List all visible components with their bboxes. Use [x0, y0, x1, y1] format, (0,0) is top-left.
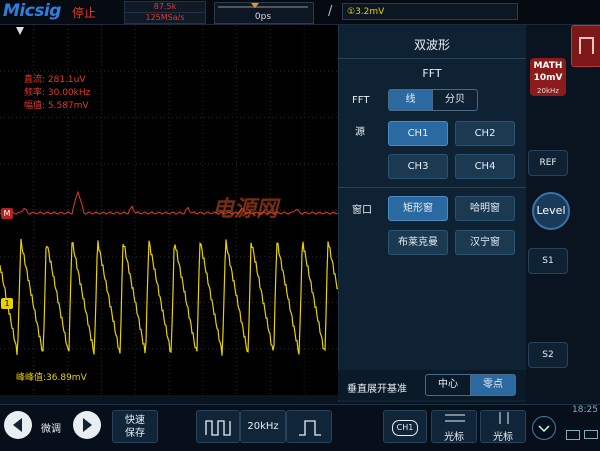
vertical-expand-label: 垂直展开基准: [347, 384, 407, 395]
window-rectangular-button[interactable]: 矩形窗: [388, 196, 448, 221]
source-ch4-button[interactable]: CH4: [455, 154, 515, 179]
quick-save-button[interactable]: 快速保存: [112, 410, 158, 443]
chevron-down-icon: [538, 425, 550, 433]
measurement-amplitude: 幅值: 5.587mV: [24, 101, 89, 111]
fft-mode-db[interactable]: 分贝: [432, 89, 478, 111]
chevron-right-icon: [83, 418, 92, 432]
ch1-channel-marker[interactable]: 1: [1, 298, 13, 309]
source-ch2-button[interactable]: CH2: [455, 121, 515, 146]
expand-menu-button[interactable]: [532, 416, 556, 440]
source-ch3-button[interactable]: CH3: [388, 154, 448, 179]
vertical-cursor-label: 光标: [493, 432, 513, 443]
math-channel-marker[interactable]: M: [1, 208, 13, 219]
pulse-single-button[interactable]: [286, 410, 332, 443]
watermark: 电源网: [212, 197, 279, 222]
ref-button[interactable]: REF: [528, 150, 568, 176]
timebase-bar: [218, 6, 308, 8]
window-blackman-button[interactable]: 布莱克曼: [388, 230, 448, 255]
trigger-level-readout[interactable]: ①3.2mV: [342, 3, 518, 20]
waveform-toggle-icon: [579, 37, 594, 54]
fine-adjust-label: 微调: [41, 424, 61, 435]
vertical-zero-option[interactable]: 零点: [470, 374, 516, 396]
source-label: 源: [355, 127, 365, 138]
math-fft-trace: [0, 190, 339, 215]
horizontal-cursor-button[interactable]: 光标: [431, 410, 477, 443]
fine-decrease-button[interactable]: [4, 411, 32, 439]
pulse-wide-button[interactable]: [196, 410, 240, 443]
fft-mode-label: FFT: [352, 95, 370, 106]
pulse-train-icon: [205, 420, 231, 436]
frequency-button[interactable]: 20kHz: [240, 410, 286, 443]
divider: [338, 187, 526, 188]
window-label: 窗口: [352, 205, 372, 216]
horizontal-cursor-icon: [445, 414, 465, 422]
fft-mode-linear[interactable]: 线: [388, 89, 433, 111]
window-hanning-button[interactable]: 汉宁窗: [455, 230, 515, 255]
vertical-cursor-icon: [499, 412, 509, 424]
rising-edge-icon[interactable]: /: [328, 4, 332, 19]
measurement-mean: 直流: 281.1uV: [24, 75, 86, 85]
fine-increase-button[interactable]: [73, 411, 101, 439]
sample-rate: 125MSa/s: [124, 12, 206, 24]
s2-button[interactable]: S2: [528, 342, 568, 368]
chevron-left-icon: [13, 418, 22, 432]
clock: 18:25: [572, 405, 598, 415]
level-knob[interactable]: Level: [532, 192, 570, 230]
battery-icon: [584, 430, 598, 439]
single-pulse-icon: [299, 420, 321, 436]
run-stop-status[interactable]: 停止: [72, 4, 96, 21]
menu-title: 双波形: [413, 38, 450, 52]
s1-button[interactable]: S1: [528, 248, 568, 274]
math-title: MATH: [533, 61, 563, 71]
source-ch1-button[interactable]: CH1: [388, 121, 448, 146]
brand-logo: Micsig: [3, 1, 61, 21]
measurement-peak-to-peak: 峰峰值:36.89mV: [16, 373, 87, 383]
math-frequency: 20kHz: [537, 87, 559, 95]
ch1-chip: CH1: [392, 420, 418, 436]
horizontal-cursor-label: 光标: [444, 432, 464, 443]
collapse-menu-button[interactable]: [571, 25, 600, 67]
vertical-cursor-button[interactable]: 光标: [480, 410, 526, 443]
trigger-position-marker: [251, 3, 259, 8]
time-offset: 0ps: [254, 12, 272, 22]
ch1-select-button[interactable]: CH1: [383, 410, 427, 443]
math-scale: 10mV: [533, 73, 563, 83]
window-hamming-button[interactable]: 哈明窗: [455, 196, 515, 221]
divider: [338, 58, 526, 59]
fft-section-title: FFT: [422, 67, 442, 80]
usb-icon: [566, 430, 580, 440]
vertical-center-option[interactable]: 中心: [425, 374, 471, 396]
measurement-frequency: 频率: 30.00kHz: [24, 88, 91, 98]
